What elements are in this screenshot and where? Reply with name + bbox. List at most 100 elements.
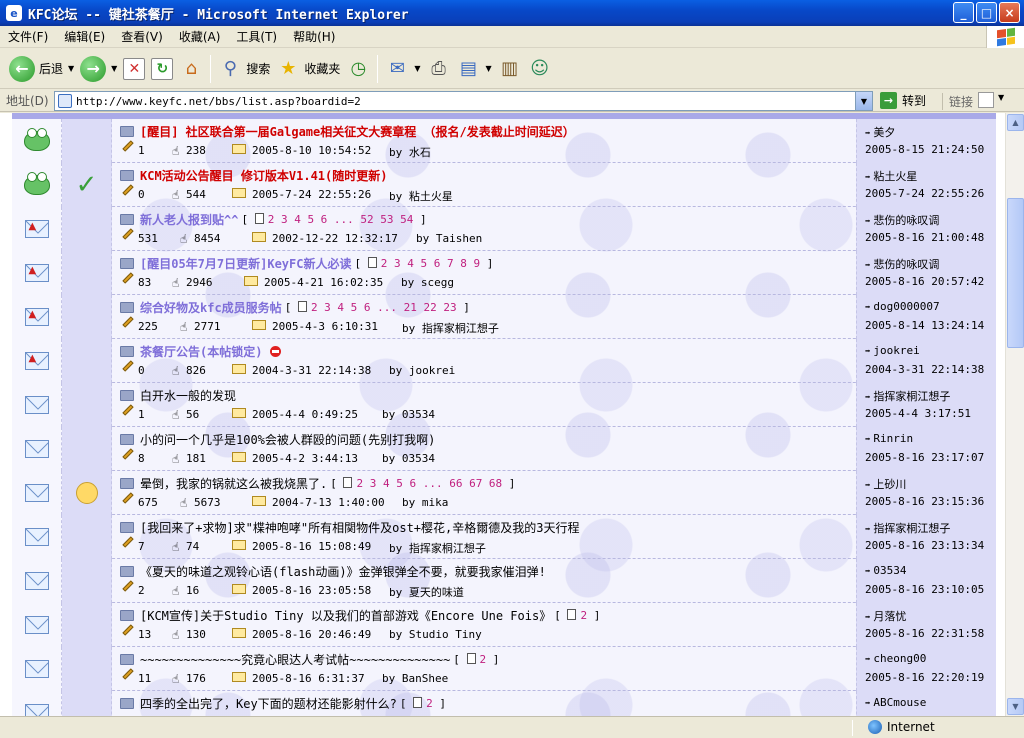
folder-icon[interactable] bbox=[120, 609, 134, 621]
page-number-links[interactable]: 2 3 4 5 6 7 8 9 bbox=[381, 257, 480, 270]
favorites-button[interactable]: ★ 收藏夹 bbox=[273, 52, 343, 86]
thread-title-link[interactable]: [醒目05年7月7日更新]KeyFC新人必读 bbox=[140, 255, 351, 272]
last-reply-username[interactable]: Rinrin bbox=[873, 432, 913, 445]
post-author[interactable]: by 03534 bbox=[382, 408, 435, 421]
folder-icon[interactable] bbox=[120, 433, 134, 445]
folder-icon[interactable] bbox=[120, 125, 134, 137]
post-author[interactable]: by 指挥家桐江想子 bbox=[402, 320, 499, 336]
post-author[interactable]: by Taishen bbox=[416, 232, 482, 245]
folder-icon[interactable] bbox=[120, 213, 134, 225]
thread-title-link[interactable]: 四季的全出完了，Key下面的题材还能影射什么? bbox=[140, 695, 397, 712]
address-input[interactable]: http://www.keyfc.net/bbs/list.asp?boardi… bbox=[54, 91, 873, 111]
menu-view[interactable]: 查看(V) bbox=[113, 28, 171, 45]
last-reply-username[interactable]: cheong00 bbox=[873, 652, 926, 665]
vertical-scrollbar[interactable]: ▲ ▼ bbox=[1005, 113, 1024, 716]
minimize-button[interactable]: _ bbox=[953, 2, 974, 23]
last-reply-username[interactable]: ABCmouse bbox=[873, 696, 926, 709]
scroll-thumb[interactable] bbox=[1007, 198, 1024, 348]
last-reply-user[interactable]: ➡ 03534 bbox=[865, 564, 907, 577]
last-reply-user[interactable]: ➡ cheong00 bbox=[865, 652, 926, 665]
last-reply-user[interactable]: ➡ Rinrin bbox=[865, 432, 913, 445]
scroll-up-button[interactable]: ▲ bbox=[1007, 114, 1024, 131]
chevron-down-icon[interactable]: ▼ bbox=[998, 93, 1004, 102]
post-author[interactable]: by scegg bbox=[401, 276, 454, 289]
post-author[interactable]: by jookrei bbox=[389, 364, 455, 377]
folder-icon[interactable] bbox=[120, 521, 134, 533]
menu-help[interactable]: 帮助(H) bbox=[285, 28, 343, 45]
thread-title-link[interactable]: KCM活动公告醒目 修订版本V1.41(随时更新) bbox=[140, 167, 387, 184]
post-author[interactable]: by Studio Tiny bbox=[389, 628, 482, 641]
last-reply-user[interactable]: ➡ dog0000007 bbox=[865, 300, 940, 313]
last-reply-user[interactable]: ➡ 美夕 bbox=[865, 124, 895, 140]
page-number-links[interactable]: 2 3 4 5 6 ... 66 67 68 bbox=[356, 477, 502, 490]
last-reply-username[interactable]: 粘土火星 bbox=[873, 170, 917, 183]
thread-title-link[interactable]: 晕倒，我家的锅就这么被我烧黑了. bbox=[140, 475, 327, 492]
thread-title-link[interactable]: 白开水一般的发现 bbox=[140, 387, 236, 404]
refresh-button[interactable]: ↻ bbox=[148, 52, 176, 86]
last-reply-user[interactable]: ➡ jookrei bbox=[865, 344, 920, 357]
thread-title-link[interactable]: 新人老人报到贴^^ bbox=[140, 211, 238, 228]
last-reply-username[interactable]: 指挥家桐江想子 bbox=[873, 522, 950, 535]
chevron-down-icon[interactable]: ▼ bbox=[486, 64, 492, 73]
folder-icon[interactable] bbox=[120, 697, 134, 709]
post-author[interactable]: by 水石 bbox=[389, 144, 431, 160]
thread-title-link[interactable]: 茶餐厅公告(本帖锁定) bbox=[140, 343, 262, 360]
folder-icon[interactable] bbox=[120, 345, 134, 357]
history-button[interactable]: ◷ bbox=[343, 52, 373, 86]
last-reply-user[interactable]: ➡ 悲伤的咏叹调 bbox=[865, 256, 939, 272]
folder-icon[interactable] bbox=[120, 389, 134, 401]
page-number-links[interactable]: 2 bbox=[580, 609, 587, 622]
last-reply-username[interactable]: 指挥家桐江想子 bbox=[873, 390, 950, 403]
last-reply-username[interactable]: 悲伤的咏叹调 bbox=[873, 214, 939, 227]
thread-title-link[interactable]: [醒目] 社区联合第一届Galgame相关征文大赛章程 （报名/发表截止时间延迟… bbox=[140, 123, 575, 140]
last-reply-user[interactable]: ➡ 粘土火星 bbox=[865, 168, 917, 184]
mail-button[interactable]: ✉ ▼ bbox=[382, 52, 423, 86]
scroll-down-button[interactable]: ▼ bbox=[1007, 698, 1024, 715]
post-author[interactable]: by mika bbox=[402, 496, 448, 509]
folder-icon[interactable] bbox=[120, 257, 134, 269]
chevron-down-icon[interactable]: ▼ bbox=[111, 64, 117, 73]
translate-icon[interactable] bbox=[978, 92, 994, 108]
last-reply-user[interactable]: ➡ 悲伤的咏叹调 bbox=[865, 212, 939, 228]
post-author[interactable]: by 指挥家桐江想子 bbox=[389, 540, 486, 556]
folder-icon[interactable] bbox=[120, 653, 134, 665]
messenger-button[interactable]: ☺ bbox=[525, 52, 555, 86]
menu-favorites[interactable]: 收藏(A) bbox=[171, 28, 229, 45]
thread-title-link[interactable]: ~~~~~~~~~~~~~~究竟心眼达人考试帖~~~~~~~~~~~~~~ bbox=[140, 651, 450, 668]
print-button[interactable]: ⎙ bbox=[424, 52, 454, 86]
menu-file[interactable]: 文件(F) bbox=[0, 28, 56, 45]
page-number-links[interactable]: 2 bbox=[480, 653, 487, 666]
links-label[interactable]: 链接 bbox=[942, 93, 973, 110]
last-reply-username[interactable]: 美夕 bbox=[873, 126, 895, 139]
folder-icon[interactable] bbox=[120, 169, 134, 181]
thread-title-link[interactable]: 《夏天的味道之观铃心语(flash动画)》金弹银弹全不要，就要我家催泪弹! bbox=[140, 563, 546, 580]
maximize-button[interactable]: □ bbox=[976, 2, 997, 23]
page-number-links[interactable]: 2 bbox=[426, 697, 433, 710]
menu-tools[interactable]: 工具(T) bbox=[228, 28, 285, 45]
thread-title-link[interactable]: 综合好物及kfc成员服务帖 bbox=[140, 299, 282, 316]
thread-title-link[interactable]: 小的问一个几乎是100%会被人群殴的问题(先别打我啊) bbox=[140, 431, 435, 448]
edit-button[interactable]: ▤ ▼ bbox=[454, 52, 495, 86]
last-reply-username[interactable]: 03534 bbox=[873, 564, 906, 577]
last-reply-username[interactable]: 月落忧 bbox=[873, 610, 906, 623]
folder-icon[interactable] bbox=[120, 565, 134, 577]
go-button[interactable]: → 转到 bbox=[880, 92, 926, 109]
stop-button[interactable]: ✕ bbox=[120, 52, 148, 86]
last-reply-user[interactable]: ➡ 指挥家桐江想子 bbox=[865, 520, 950, 536]
address-url[interactable]: http://www.keyfc.net/bbs/list.asp?boardi… bbox=[76, 95, 361, 108]
last-reply-user[interactable]: ➡ 上砂川 bbox=[865, 476, 906, 492]
page-number-links[interactable]: 2 3 4 5 6 ... 52 53 54 bbox=[268, 213, 414, 226]
last-reply-user[interactable]: ➡ ABCmouse bbox=[865, 696, 926, 709]
page-number-links[interactable]: 2 3 4 5 6 ... 21 22 23 bbox=[311, 301, 457, 314]
search-button[interactable]: ⚲ 搜索 bbox=[215, 52, 273, 86]
chevron-down-icon[interactable]: ▼ bbox=[855, 92, 872, 110]
post-author[interactable]: by 03534 bbox=[382, 452, 435, 465]
last-reply-username[interactable]: 上砂川 bbox=[873, 478, 906, 491]
last-reply-user[interactable]: ➡ 月落忧 bbox=[865, 608, 906, 624]
home-button[interactable]: ⌂ bbox=[176, 52, 206, 86]
folder-icon[interactable] bbox=[120, 301, 134, 313]
last-reply-username[interactable]: jookrei bbox=[873, 344, 919, 357]
forward-button[interactable]: → ▼ bbox=[77, 52, 120, 86]
menu-edit[interactable]: 编辑(E) bbox=[56, 28, 113, 45]
window-title-bar[interactable]: e KFC论坛 -- 键社茶餐厅 - Microsoft Internet Ex… bbox=[0, 0, 1024, 26]
